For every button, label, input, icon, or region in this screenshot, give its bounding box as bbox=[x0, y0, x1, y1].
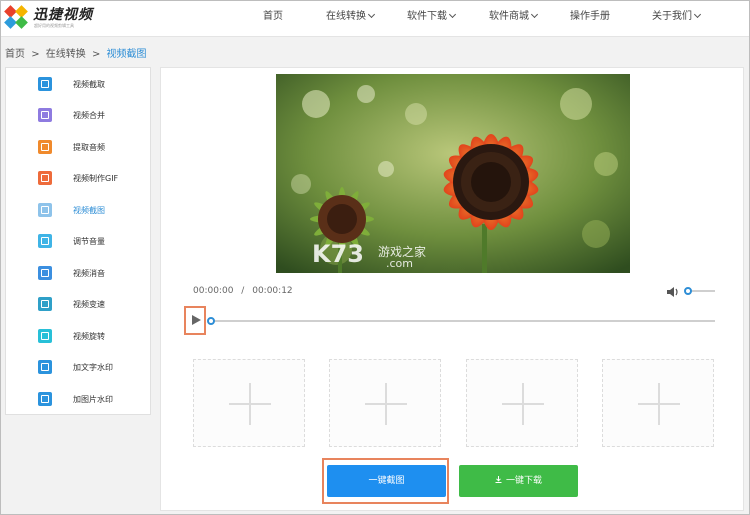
sidebar-item-label: 视频消音 bbox=[73, 269, 105, 278]
sidebar-item-label: 提取音频 bbox=[73, 143, 105, 152]
sidebar-item-video-speed[interactable]: 视频变速 bbox=[6, 289, 150, 320]
sidebar-item-video-merge[interactable]: 视频合并 bbox=[6, 100, 150, 131]
video-preview[interactable]: K73 游戏之家 .com bbox=[276, 74, 630, 273]
sidebar-item-adjust-volume[interactable]: 调节音量 bbox=[6, 226, 150, 257]
text-watermark-icon bbox=[38, 360, 52, 374]
total-time: 00:00:12 bbox=[252, 286, 293, 296]
screenshot-slot[interactable] bbox=[466, 359, 578, 447]
volume-icon bbox=[38, 234, 52, 248]
progress-handle[interactable] bbox=[207, 317, 215, 325]
play-icon bbox=[192, 315, 201, 325]
download-icon bbox=[495, 476, 502, 483]
breadcrumb-separator: > bbox=[91, 49, 101, 60]
plus-icon bbox=[522, 383, 524, 425]
watermark-domain: .com bbox=[386, 257, 413, 270]
scissors-icon bbox=[38, 203, 52, 217]
nav-label: 软件下载 bbox=[407, 11, 447, 22]
logo-title: 迅捷视频 bbox=[33, 7, 93, 23]
sidebar-item-video-crop[interactable]: 视频截取 bbox=[6, 69, 150, 100]
breadcrumb-separator: > bbox=[31, 49, 40, 60]
sidebar-item-label: 加文字水印 bbox=[73, 363, 113, 372]
sidebar-item-label: 视频截图 bbox=[73, 206, 105, 215]
sidebar-item-image-watermark[interactable]: 加图片水印 bbox=[6, 384, 150, 415]
sidebar-item-label: 视频合并 bbox=[73, 111, 105, 120]
sidebar-item-label: 视频旋转 bbox=[73, 332, 105, 341]
screenshot-slot[interactable] bbox=[329, 359, 441, 447]
plus-icon bbox=[249, 383, 251, 425]
download-button[interactable]: 一键下载 bbox=[459, 465, 578, 497]
sidebar-item-video-gif[interactable]: 视频制作GIF bbox=[6, 163, 150, 194]
nav-manual[interactable]: 操作手册 bbox=[570, 0, 610, 37]
capture-button[interactable]: 一键截图 bbox=[327, 465, 446, 497]
sidebar-item-text-watermark[interactable]: 加文字水印 bbox=[6, 352, 150, 383]
rotate-icon bbox=[38, 329, 52, 343]
image-watermark-icon bbox=[38, 392, 52, 406]
time-readout: 00:00:00 / 00:00:12 bbox=[193, 286, 293, 296]
download-button-label: 一键下载 bbox=[505, 476, 542, 486]
top-header: 迅捷视频 超好用的视频剪辑工具 首页 在线转换 软件下载 软件商城 操作手册 关… bbox=[0, 0, 750, 37]
nav-software-download[interactable]: 软件下载 bbox=[407, 0, 457, 37]
plus-icon bbox=[658, 383, 660, 425]
nav-about-us[interactable]: 关于我们 bbox=[652, 0, 702, 37]
breadcrumb-home[interactable]: 首页 bbox=[5, 49, 25, 60]
sidebar-item-extract-audio[interactable]: 提取音频 bbox=[6, 132, 150, 163]
crop-icon bbox=[38, 77, 52, 91]
sidebar-item-label: 加图片水印 bbox=[73, 395, 113, 404]
volume-icon[interactable] bbox=[666, 286, 680, 298]
logo-subtitle: 超好用的视频剪辑工具 bbox=[34, 23, 74, 28]
sidebar-item-label: 调节音量 bbox=[73, 237, 105, 246]
sidebar-item-video-screenshot[interactable]: 视频截图 bbox=[6, 195, 150, 226]
chevron-down-icon bbox=[693, 10, 702, 19]
brand-logo[interactable]: 迅捷视频 超好用的视频剪辑工具 bbox=[4, 4, 124, 32]
progress-track[interactable] bbox=[211, 320, 715, 322]
tool-sidebar: 视频截取 视频合并 提取音频 视频制作GIF 视频截图 调节音量 视频消音 视频… bbox=[5, 67, 151, 415]
mute-video-icon bbox=[38, 266, 52, 280]
sidebar-item-label: 视频制作GIF bbox=[73, 174, 119, 183]
nav-label: 操作手册 bbox=[570, 11, 610, 22]
logo-mark-icon bbox=[4, 5, 28, 29]
site-watermark: K73 游戏之家 .com bbox=[312, 240, 472, 270]
speed-icon bbox=[38, 297, 52, 311]
plus-icon bbox=[385, 383, 387, 425]
current-time: 00:00:00 bbox=[193, 286, 234, 296]
headphones-icon bbox=[38, 140, 52, 154]
watermark-brand: K73 bbox=[312, 240, 364, 268]
sidebar-item-video-rotate[interactable]: 视频旋转 bbox=[6, 321, 150, 352]
breadcrumb-online-convert[interactable]: 在线转换 bbox=[46, 49, 86, 60]
capture-button-label: 一键截图 bbox=[368, 476, 405, 486]
breadcrumb-current: 视频截图 bbox=[106, 49, 147, 60]
screenshot-slot[interactable] bbox=[602, 359, 714, 447]
nav-label: 首页 bbox=[263, 11, 283, 22]
chevron-down-icon bbox=[530, 10, 539, 19]
nav-online-convert[interactable]: 在线转换 bbox=[326, 0, 376, 37]
merge-icon bbox=[38, 108, 52, 122]
screenshot-slot[interactable] bbox=[193, 359, 305, 447]
nav-label: 软件商城 bbox=[489, 11, 529, 22]
chevron-down-icon bbox=[448, 10, 457, 19]
nav-label: 关于我们 bbox=[652, 11, 692, 22]
nav-software-store[interactable]: 软件商城 bbox=[489, 0, 539, 37]
time-separator: / bbox=[241, 286, 245, 296]
sidebar-item-video-mute[interactable]: 视频消音 bbox=[6, 258, 150, 289]
nav-label: 在线转换 bbox=[326, 11, 366, 22]
gif-icon bbox=[38, 171, 52, 185]
play-button[interactable] bbox=[184, 306, 206, 335]
chevron-down-icon bbox=[367, 10, 376, 19]
volume-slider-handle[interactable] bbox=[684, 287, 692, 295]
sidebar-item-label: 视频截取 bbox=[73, 80, 105, 89]
breadcrumb: 首页 > 在线转换 > 视频截图 bbox=[5, 45, 147, 60]
sidebar-item-label: 视频变速 bbox=[73, 300, 105, 309]
nav-home[interactable]: 首页 bbox=[263, 0, 283, 37]
